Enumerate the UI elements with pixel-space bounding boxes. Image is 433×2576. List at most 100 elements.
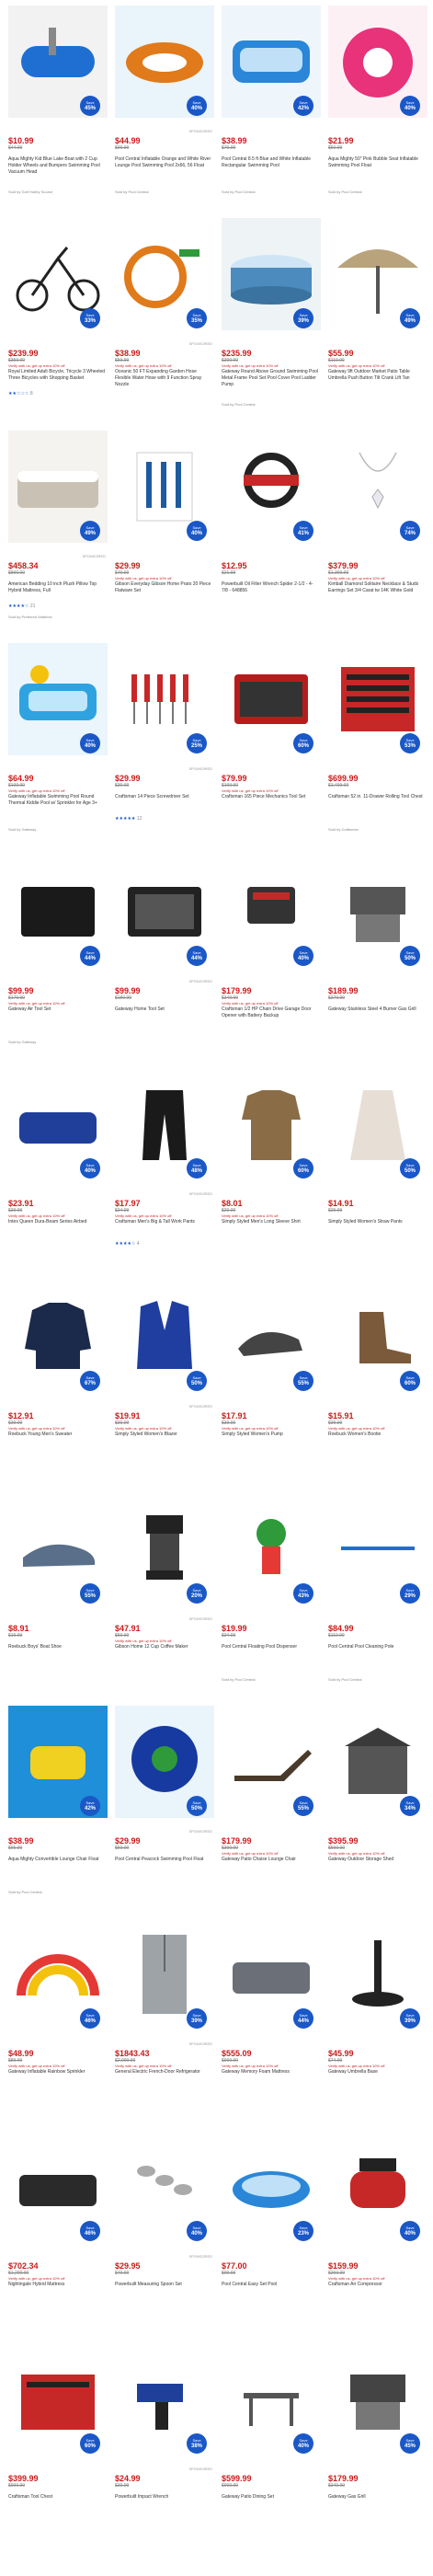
product-image[interactable]: Save 41%: [222, 431, 321, 543]
product-title[interactable]: Pool Central Peacock Swimming Pool Float: [115, 1857, 212, 1863]
product-title[interactable]: Powerbuilt Oil Filter Wrench Spider 2-1/…: [222, 581, 319, 594]
product-image[interactable]: Save 50%: [115, 1281, 214, 1393]
product-title[interactable]: Craftsman 165 Piece Mechanics Tool Set: [222, 794, 319, 800]
product-card[interactable]: Save 25% SPONSORED $29.99 $39.99 Craftsman 14…: [111, 641, 218, 854]
product-title[interactable]: Powerbuilt Impact Wrench: [115, 2494, 212, 2501]
product-image[interactable]: Save 60%: [8, 2343, 108, 2455]
product-card[interactable]: Save 38% SPONSORED $24.99 $39.99 Powerbuilt I…: [111, 2341, 218, 2554]
product-card[interactable]: Save 50% $189.99 $379.99 Gateway Stainless S…: [325, 854, 431, 1066]
product-card[interactable]: Save 46% $702.34 $1,299.99 Verify with us, g…: [5, 2129, 111, 2341]
product-title[interactable]: Gateway Inflatable Swimming Pool Round T…: [8, 794, 106, 807]
product-card[interactable]: Save 60% $8.01 $20.00 Verify with us, get up…: [218, 1066, 325, 1279]
product-card[interactable]: Save 43% $19.99 $34.99 Pool Central Floating…: [218, 1491, 325, 1704]
product-title[interactable]: Gateway Round Above Ground Swimming Pool…: [222, 369, 319, 388]
product-card[interactable]: Save 74% $379.99 $1,399.99 Verify with us, g…: [325, 429, 431, 641]
product-title[interactable]: Gateway Gas Grill: [328, 2494, 426, 2501]
product-image[interactable]: Save 55%: [222, 1706, 321, 1818]
product-image[interactable]: Save 46%: [8, 2131, 108, 2243]
product-title[interactable]: Simply Styled Women's Straw Pants: [328, 1219, 426, 1225]
product-card[interactable]: Save 40% $21.99 $50.99 Aqua Mighty 50" Pink …: [325, 4, 431, 216]
product-card[interactable]: Save 35% SPONSORED $38.99 $59.99 Verify with …: [111, 216, 218, 429]
product-card[interactable]: Save 39% SPONSORED $1843.43 $2,999.99 Verify …: [111, 1916, 218, 2129]
product-image[interactable]: Save 45%: [328, 2343, 427, 2455]
product-image[interactable]: Save 40%: [115, 431, 214, 543]
product-card[interactable]: Save 34% $395.99 $599.99 Verify with us, get…: [325, 1704, 431, 1916]
product-title[interactable]: Roebuck Women's Bootie: [328, 1432, 426, 1438]
product-title[interactable]: Roebuck Boys' Boat Shoe: [8, 1644, 106, 1650]
product-title[interactable]: Gateway Umbrella Base: [328, 2069, 426, 2076]
product-card[interactable]: Save 42% $38.99 $65.99 Aqua Mighty Convertib…: [5, 1704, 111, 1916]
product-title[interactable]: General Electric French-Door Refrigerato…: [115, 2069, 212, 2076]
product-title[interactable]: Aqua Mighty 50" Pink Bubble Seat Inflata…: [328, 156, 426, 169]
product-image[interactable]: Save 40%: [8, 1068, 108, 1180]
product-title[interactable]: Royal Limited Adult Bicycle, Tricycle 3 …: [8, 369, 106, 382]
product-image[interactable]: Save 29%: [328, 1493, 427, 1605]
product-card[interactable]: Save 20% SPONSORED $47.91 $59.99 Verify with …: [111, 1491, 218, 1704]
product-title[interactable]: Simply Styled Women's Pump: [222, 1432, 319, 1438]
product-image[interactable]: Save 60%: [328, 1281, 427, 1393]
product-title[interactable]: Pool Central Easy Set Pool: [222, 2282, 319, 2288]
product-image[interactable]: Save 67%: [8, 1281, 108, 1393]
product-title[interactable]: Gateway Patio Chaise Lounge Chair: [222, 1857, 319, 1863]
product-title[interactable]: Aqua Mighty Convertible Lounge Chair Flo…: [8, 1857, 106, 1863]
product-image[interactable]: Save 40%: [8, 643, 108, 755]
product-title[interactable]: Roebuck Young Men's Sweater: [8, 1432, 106, 1438]
product-image[interactable]: Save 42%: [222, 6, 321, 118]
product-card[interactable]: Save 60% $399.99 $999.99 Craftsman Tool Ches…: [5, 2341, 111, 2554]
product-title[interactable]: Nightingale Hybrid Mattress: [8, 2282, 106, 2288]
product-card[interactable]: Save 50% SPONSORED $19.91 $39.99 Verify with …: [111, 1279, 218, 1491]
product-card[interactable]: Save 40% $29.99 $49.99 Verify with us, get u…: [111, 429, 218, 641]
product-image[interactable]: Save 25%: [115, 643, 214, 755]
product-image[interactable]: Save 40%: [222, 856, 321, 968]
product-image[interactable]: Save 60%: [222, 643, 321, 755]
product-title[interactable]: Powerbuilt Measuring Spoon Set: [115, 2282, 212, 2288]
product-image[interactable]: Save 49%: [328, 218, 427, 330]
product-card[interactable]: Save 53% $699.99 $1,499.99 Craftsman 52 in. …: [325, 641, 431, 854]
product-image[interactable]: Save 45%: [8, 6, 108, 118]
product-card[interactable]: Save 39% $235.99 $399.99 Verify with us, get…: [218, 216, 325, 429]
product-image[interactable]: Save 42%: [8, 1706, 108, 1818]
product-card[interactable]: Save 44% SPONSORED $99.99 $189.99 Gateway Hom…: [111, 854, 218, 1066]
product-image[interactable]: Save 55%: [8, 1493, 108, 1605]
product-card[interactable]: Save 60% $15.91 $39.99 Verify with us, get u…: [325, 1279, 431, 1491]
product-image[interactable]: Save 39%: [222, 218, 321, 330]
product-card[interactable]: Save 41% $12.95 $21.99 Powerbuilt Oil Filter…: [218, 429, 325, 641]
product-card[interactable]: Save 60% $79.99 $199.99 Verify with us, get …: [218, 641, 325, 854]
product-card[interactable]: Save 45% $179.99 $349.99 Gateway Gas Grill: [325, 2341, 431, 2554]
product-image[interactable]: Save 43%: [222, 1493, 321, 1605]
product-title[interactable]: Gateway Stainless Steel 4 Burner Gas Gri…: [328, 1006, 426, 1013]
product-title[interactable]: Craftsman Air Compressor: [328, 2282, 426, 2288]
product-image[interactable]: Save 34%: [328, 1706, 427, 1818]
product-card[interactable]: Save 40% $599.99 $999.99 Gateway Patio Dinin…: [218, 2341, 325, 2554]
product-image[interactable]: Save 74%: [328, 431, 427, 543]
product-title[interactable]: Craftsman 1/2 HP Chain Drive Garage Door…: [222, 1006, 319, 1019]
product-title[interactable]: Craftsman 14 Piece Screwdriver Set: [115, 794, 212, 800]
product-image[interactable]: Save 49%: [8, 431, 108, 543]
product-card[interactable]: Save 42% $38.99 $79.99 Pool Central 8.5 ft B…: [218, 4, 325, 216]
product-card[interactable]: Save 67% $12.91 $39.99 Verify with us, get u…: [5, 1279, 111, 1491]
product-card[interactable]: Save 40% $159.99 $269.99 Verify with us, get…: [325, 2129, 431, 2341]
product-card[interactable]: Save 23% $77.00 $99.99 Pool Central Easy Set…: [218, 2129, 325, 2341]
product-title[interactable]: Gateway Inflatable Rainbow Sprinkler: [8, 2069, 106, 2076]
product-title[interactable]: Aqua Mighty Kid Blue Lake Boat with 2 Cu…: [8, 156, 106, 176]
product-card[interactable]: Save 48% SPONSORED $17.97 $34.99 Verify with …: [111, 1066, 218, 1279]
product-card[interactable]: Save 39% $45.99 $74.99 Verify with us, get u…: [325, 1916, 431, 2129]
product-title[interactable]: Pool Central 8.5 ft Blue and White Infla…: [222, 156, 319, 169]
product-title[interactable]: Simply Styled Men's Long Sleeve Shirt: [222, 1219, 319, 1225]
product-card[interactable]: Save 40% $179.99 $349.99 Verify with us, get…: [218, 854, 325, 1066]
product-title[interactable]: Gateway Patio Dining Set: [222, 2494, 319, 2501]
product-card[interactable]: Save 49% SPONSORED $458.34 $899.99 American B…: [5, 429, 111, 641]
product-card[interactable]: Save 46% $48.99 $89.99 Verify with us, get u…: [5, 1916, 111, 2129]
product-title[interactable]: Pool Central Pool Cleaning Pole: [328, 1644, 426, 1650]
product-title[interactable]: Kimball Diamond Solitaire Necklace & Stu…: [328, 581, 426, 594]
product-image[interactable]: Save 35%: [115, 218, 214, 330]
product-image[interactable]: Save 50%: [115, 1706, 214, 1818]
product-card[interactable]: Save 33% $239.99 $359.99 Verify with us, get…: [5, 216, 111, 429]
product-image[interactable]: Save 39%: [115, 1918, 214, 2030]
product-title[interactable]: Gateway Home Tool Set: [115, 1006, 212, 1013]
product-image[interactable]: Save 40%: [328, 6, 427, 118]
product-card[interactable]: Save 49% $55.99 $119.99 Verify with us, get …: [325, 216, 431, 429]
product-image[interactable]: Save 40%: [115, 2131, 214, 2243]
product-image[interactable]: Save 60%: [222, 1068, 321, 1180]
product-card[interactable]: Save 45% $10.99 $44.99 Aqua Mighty Kid Blue …: [5, 4, 111, 216]
